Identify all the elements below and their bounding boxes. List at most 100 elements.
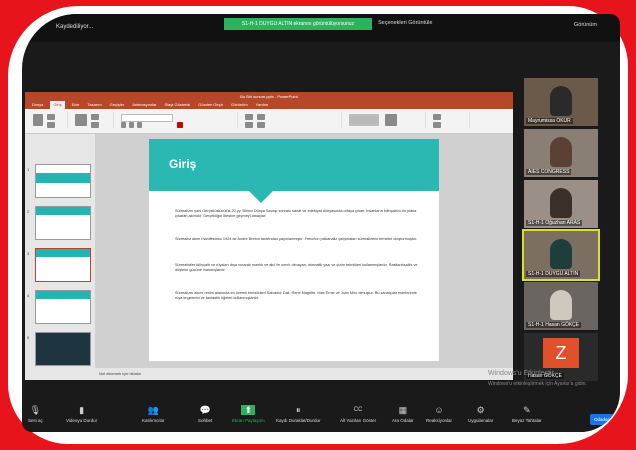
numbering-icon[interactable] xyxy=(257,114,265,120)
ppt-titlebar: Bu Biri sunum.pptx - PowerPoint xyxy=(25,92,513,101)
shapes-gallery[interactable] xyxy=(349,114,379,126)
thumb-band xyxy=(36,291,90,299)
reset-icon[interactable] xyxy=(91,122,99,128)
thumb-number: 1 xyxy=(27,167,30,172)
participant-avatar: Z xyxy=(543,338,579,368)
drawing-group xyxy=(345,112,426,128)
cut-icon[interactable] xyxy=(47,114,55,120)
breakout-rooms-button[interactable]: ▦ Ara Odalar xyxy=(392,405,414,423)
participant-name: AIES CONGRESS xyxy=(526,169,572,175)
ppt-ribbon xyxy=(25,109,513,134)
arrange-icon[interactable] xyxy=(385,114,397,126)
share-screen-icon: ⬆ xyxy=(241,405,256,415)
find-icon[interactable] xyxy=(433,114,441,120)
slide-paragraph-1: Sürrealizm yani Gerçeküstücülük 20.yy. B… xyxy=(175,209,417,218)
thumb-number: 5 xyxy=(27,335,30,340)
apps-button[interactable]: ⚙ Uygulamalar xyxy=(468,405,493,423)
participant-video xyxy=(550,239,572,269)
participant-tile[interactable]: S1-H-1 DUYGU ALTIN xyxy=(522,229,600,281)
leave-button[interactable]: Odadan xyxy=(590,414,614,425)
cc-icon: CC xyxy=(353,407,363,413)
thumb-number: 4 xyxy=(27,293,30,298)
ppt-tabs: Dosya Giriş Ekle Tasarım Geçişler Animas… xyxy=(25,101,513,109)
tab-design[interactable]: Tasarım xyxy=(86,101,102,109)
participant-tile[interactable]: Mayrumissa OKUR xyxy=(524,78,598,126)
bullets-icon[interactable] xyxy=(245,114,253,120)
mute-button[interactable]: 🎙 Sesi aç xyxy=(28,405,43,423)
tab-animations[interactable]: Animasyonlar xyxy=(131,101,157,109)
tab-home[interactable]: Giriş xyxy=(50,101,65,109)
new-slide-icon[interactable] xyxy=(75,114,87,126)
record-button[interactable]: ⏸ Kaydı Duraklat/Durdur xyxy=(276,405,321,423)
participant-name: S1-H-1 Oğuzhan ARAS xyxy=(526,220,583,226)
tab-file[interactable]: Dosya xyxy=(31,101,44,109)
participants-icon: 👥 xyxy=(147,405,159,415)
mic-muted-icon: 🎙 xyxy=(29,405,42,415)
whiteboard-icon: ✎ xyxy=(523,405,531,415)
clipboard-group xyxy=(29,112,68,128)
participant-video xyxy=(550,188,572,218)
tab-insert[interactable]: Ekle xyxy=(71,101,81,109)
video-label: Videoyu Durdur xyxy=(66,418,98,423)
windows-activation-watermark: Windows'u Etkinleştir xyxy=(488,370,554,377)
tab-slideshow[interactable]: Slayt Gösterisi xyxy=(164,101,192,109)
font-group xyxy=(117,112,238,128)
align-left-icon[interactable] xyxy=(245,122,253,128)
reactions-icon: ☺ xyxy=(434,405,444,415)
participant-name: S1-H-1 Hasan GÖKÇE xyxy=(526,322,582,328)
layout-icon[interactable] xyxy=(91,114,99,120)
video-icon: ▮ xyxy=(79,405,85,415)
tab-review[interactable]: Gözden Geçir xyxy=(197,101,224,109)
slide-thumbnail-3[interactable]: 3 xyxy=(27,248,91,282)
video-button[interactable]: ▮ Videoyu Durdur xyxy=(66,405,97,423)
slide-paragraph-4: Sürrealizm akımı resim alanında en öneml… xyxy=(175,291,417,300)
copy-icon[interactable] xyxy=(47,122,55,128)
slide-thumbnail-1[interactable]: 1 xyxy=(27,164,91,198)
apps-label: Uygulamalar xyxy=(468,418,494,423)
share-screen-button[interactable]: ⬆ Ekran Paylaşımı xyxy=(232,405,265,423)
slide-thumbnail-2[interactable]: 2 xyxy=(27,206,91,240)
ppt-notes-bar[interactable]: Not eklemek için tıklatın xyxy=(25,368,513,380)
participant-gallery: Mayrumissa OKUR AIES CONGRESS S1-H-1 Oğu… xyxy=(522,78,600,381)
paste-icon[interactable] xyxy=(33,114,43,126)
participants-button[interactable]: 👥 Katılımcılar xyxy=(142,405,165,423)
font-select[interactable] xyxy=(121,114,173,122)
view-options-button[interactable]: Seçenekleri Görüntüle xyxy=(378,20,432,26)
whiteboard-button[interactable]: ✎ Beyaz Tahtalar xyxy=(512,405,542,423)
participant-tile[interactable]: S1-H-1 Hasan GÖKÇE xyxy=(524,282,598,330)
font-color-icon[interactable] xyxy=(177,122,183,128)
participant-name: Mayrumissa OKUR xyxy=(526,118,573,124)
participant-tile[interactable]: AIES CONGRESS xyxy=(524,129,598,177)
participant-tile[interactable]: S1-H-1 Oğuzhan ARAS xyxy=(524,180,598,228)
slide-title: Giriş xyxy=(169,157,197,171)
powerpoint-window: Bu Biri sunum.pptx - PowerPoint Dosya Gi… xyxy=(25,92,513,380)
underline-icon[interactable] xyxy=(137,122,142,128)
bold-icon[interactable] xyxy=(121,122,126,128)
reactions-button[interactable]: ☺ Reaksiyonlar xyxy=(426,405,452,423)
replace-icon[interactable] xyxy=(433,122,441,128)
participant-video xyxy=(550,86,572,116)
thumb-number: 3 xyxy=(27,251,30,256)
header-notch xyxy=(249,191,273,203)
captions-button[interactable]: CC Alt Yazıları Göster xyxy=(340,405,376,423)
tab-view[interactable]: Görünüm xyxy=(230,101,249,109)
captions-label: Alt Yazıları Göster xyxy=(340,418,377,423)
meeting-controls: 🎙 Sesi aç ▮ Videoyu Durdur 👥 Katılımcıla… xyxy=(22,402,620,432)
italic-icon[interactable] xyxy=(129,122,134,128)
record-icon: ⏸ xyxy=(296,405,301,415)
view-mode-button[interactable]: Görünüm xyxy=(574,22,597,28)
slide-thumbnail-5[interactable]: 5 xyxy=(27,332,91,366)
tab-transitions[interactable]: Geçişler xyxy=(109,101,126,109)
slides-group xyxy=(71,112,114,128)
tab-help[interactable]: Yardım xyxy=(255,101,270,109)
chat-button[interactable]: 💬 Sohbet xyxy=(198,405,212,423)
thumb-band xyxy=(36,207,90,215)
meeting-screen: Kaydediliyor... S1-H-1 DUYGU ALTIN ekran… xyxy=(22,14,620,432)
slide-header: Giriş xyxy=(149,139,439,203)
breakout-icon: ▦ xyxy=(398,405,408,415)
record-label: Kaydı Duraklat/Durdur xyxy=(276,418,321,423)
slide-thumbnail-4[interactable]: 4 xyxy=(27,290,91,324)
align-center-icon[interactable] xyxy=(257,122,265,128)
slide-paragraph-3: Sürrealistler bilinçaltı ve rüyaları dış… xyxy=(175,263,418,272)
mute-label: Sesi aç xyxy=(28,418,43,423)
